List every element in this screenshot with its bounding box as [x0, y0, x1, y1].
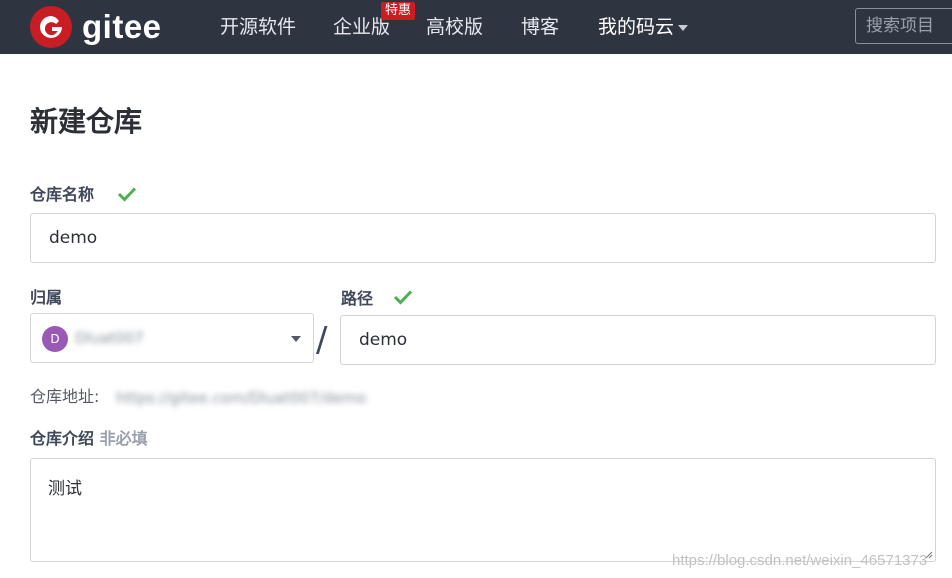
repo-address-label: 仓库地址: [30, 387, 100, 406]
gitee-logo-icon [30, 6, 72, 48]
top-navbar: gitee 开源软件 企业版 特惠 高校版 博客 我的码云 搜索项目 [0, 0, 952, 54]
intro-value: 测试 [48, 479, 82, 499]
promo-badge: 特惠 [381, 2, 416, 20]
optional-tag: 非必填 [99, 429, 148, 448]
intro-textarea[interactable]: 测试 [30, 458, 936, 562]
gitee-logo[interactable]: gitee [30, 5, 162, 49]
owner-select[interactable]: D Dluat007 [30, 313, 314, 363]
nav-open-source[interactable]: 开源软件 [220, 14, 296, 40]
nav-blog[interactable]: 博客 [521, 14, 559, 40]
watermark: https://blog.csdn.net/weixin_46571373 [672, 552, 928, 569]
avatar: D [42, 326, 68, 352]
path-label: 路径 [341, 289, 374, 308]
check-icon [117, 187, 137, 202]
intro-label: 仓库介绍 非必填 [30, 428, 148, 450]
search-input[interactable]: 搜索项目 [855, 8, 952, 44]
repo-address-value: https://gitee.com/Dluat007/demo [116, 389, 367, 407]
check-icon [393, 290, 413, 305]
path-separator: / [316, 320, 328, 360]
repo-name-field[interactable]: demo [30, 213, 936, 263]
chevron-down-icon[interactable] [291, 336, 301, 342]
owner-label: 归属 [30, 288, 63, 307]
nav-education[interactable]: 高校版 [426, 14, 483, 40]
path-value: demo [359, 330, 408, 350]
path-field[interactable]: demo [340, 315, 936, 365]
chevron-down-icon [678, 24, 689, 31]
owner-name: Dluat007 [75, 329, 144, 347]
nav-my-gitee[interactable]: 我的码云 [598, 14, 689, 40]
nav-my-gitee-label: 我的码云 [598, 16, 675, 38]
intro-label-text: 仓库介绍 [30, 429, 95, 448]
page-title: 新建仓库 [30, 105, 143, 138]
logo-text: gitee [82, 8, 162, 45]
repo-name-label: 仓库名称 [30, 185, 95, 204]
repo-name-value: demo [49, 228, 98, 248]
